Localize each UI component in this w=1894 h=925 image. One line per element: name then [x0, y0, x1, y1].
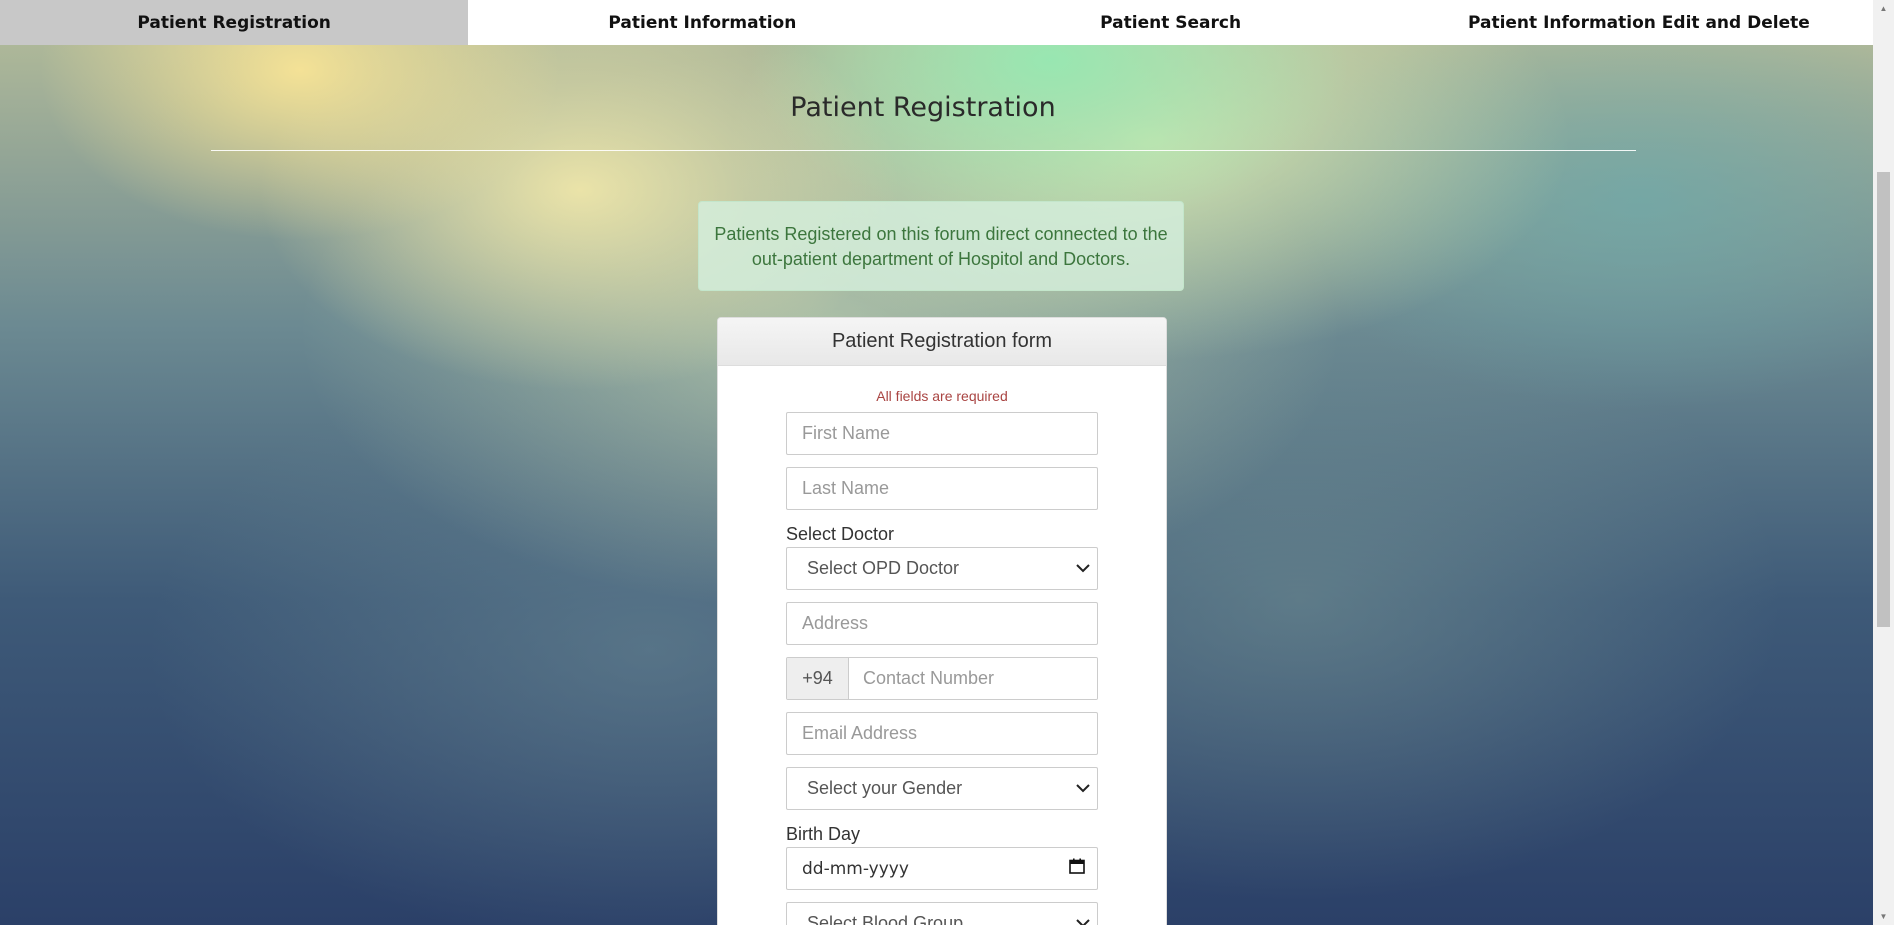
chevron-down-icon	[1069, 779, 1097, 799]
top-navbar: Patient Registration Patient Information…	[0, 0, 1873, 45]
page-scrollbar[interactable]: ▲ ▼	[1873, 0, 1894, 925]
nav-patient-search[interactable]: Patient Search	[937, 0, 1405, 45]
contact-number-input[interactable]: Contact Number	[849, 658, 1097, 699]
doctor-select[interactable]: Select OPD Doctor	[786, 547, 1098, 590]
info-alert: Patients Registered on this forum direct…	[698, 201, 1184, 291]
nav-patient-information[interactable]: Patient Information	[468, 0, 936, 45]
alert-line-2: out-patient department of Hospitol and D…	[751, 249, 1131, 269]
scroll-up-arrow-icon[interactable]: ▲	[1873, 0, 1894, 17]
doctor-select-value: Select OPD Doctor	[807, 558, 960, 578]
first-name-input[interactable]: First Name	[786, 412, 1098, 455]
page-title: Patient Registration	[790, 92, 1056, 123]
form-heading: Patient Registration form	[718, 318, 1166, 366]
birth-day-label: Birth Day	[786, 824, 861, 844]
calendar-icon[interactable]	[1069, 858, 1085, 879]
gender-select-value: Select your Gender	[807, 778, 963, 798]
phone-prefix: +94	[787, 658, 849, 699]
alert-line-1: Patients Registered on this forum direct…	[714, 224, 1168, 244]
title-divider	[211, 150, 1636, 151]
nav-patient-edit-delete[interactable]: Patient Information Edit and Delete	[1405, 0, 1873, 45]
scroll-thumb[interactable]	[1877, 172, 1890, 627]
email-input[interactable]: Email Address	[786, 712, 1098, 755]
address-input[interactable]: Address	[786, 602, 1098, 645]
birth-day-value: dd-mm-yyyy	[802, 858, 909, 879]
last-name-input[interactable]: Last Name	[786, 467, 1098, 510]
chevron-down-icon	[1069, 559, 1097, 579]
gender-select[interactable]: Select your Gender	[786, 767, 1098, 810]
chevron-down-icon	[1069, 914, 1097, 925]
required-fields-note: All fields are required	[876, 388, 1008, 404]
registration-form-panel: Patient Registration form All fields are…	[717, 317, 1167, 925]
blood-group-select-value: Select Blood Group	[807, 913, 964, 925]
blood-group-select[interactable]: Select Blood Group	[786, 902, 1098, 925]
birth-day-input[interactable]: dd-mm-yyyy	[786, 847, 1098, 890]
contact-number-group: +94 Contact Number	[786, 657, 1098, 700]
scroll-down-arrow-icon[interactable]: ▼	[1873, 908, 1894, 925]
nav-patient-registration[interactable]: Patient Registration	[0, 0, 469, 45]
select-doctor-label: Select Doctor	[786, 524, 895, 544]
